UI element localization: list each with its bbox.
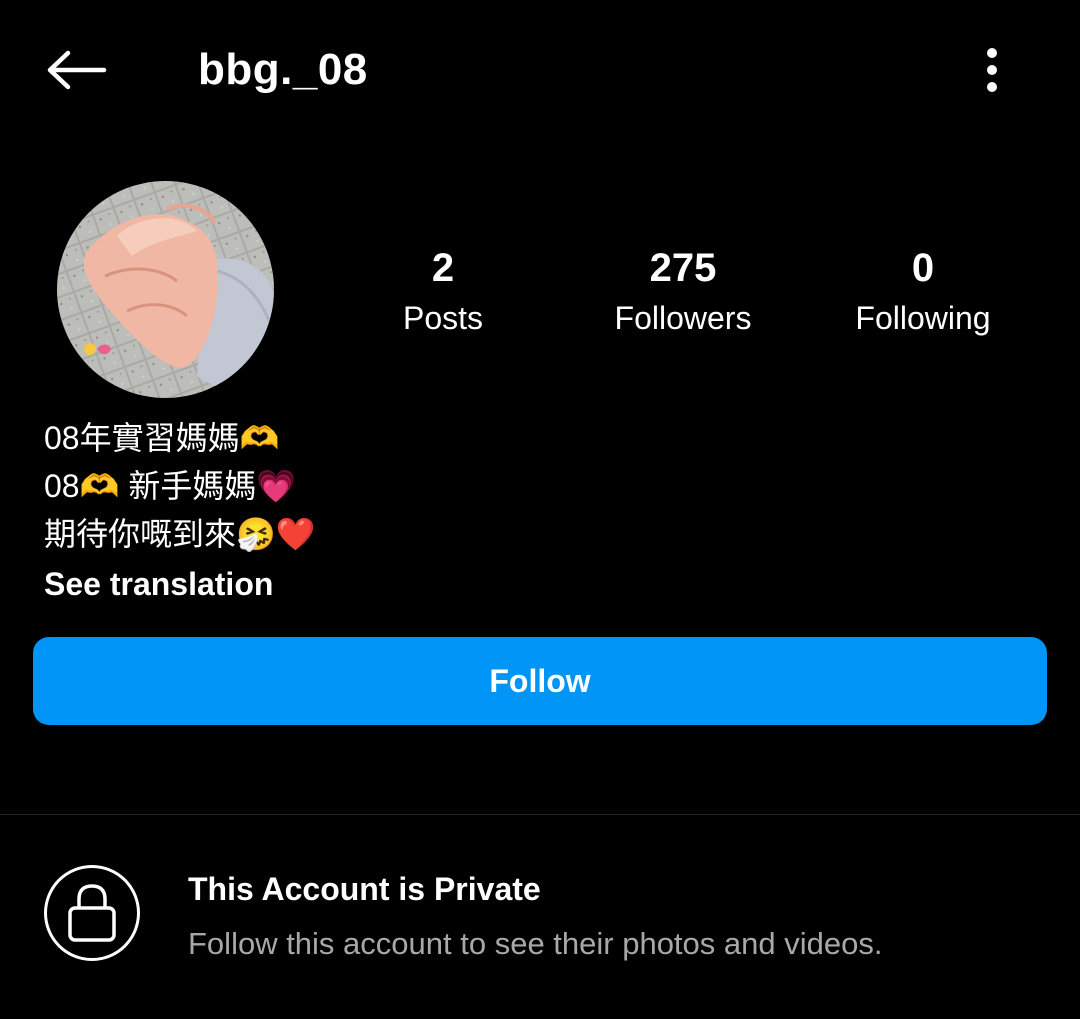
following-count: 0 (911, 246, 935, 290)
posts-label: Posts (402, 300, 484, 336)
bio-line-1: 08年實習媽媽🫶 (44, 420, 280, 456)
private-lock-badge (44, 865, 140, 961)
section-divider (0, 814, 1080, 815)
back-button[interactable] (40, 40, 112, 100)
followers-label: Followers (614, 300, 752, 336)
followers-count: 275 (649, 246, 717, 290)
more-options-button[interactable] (966, 40, 1018, 100)
see-translation-link[interactable]: See translation (44, 562, 273, 606)
bio-line-2: 08🫶 新手媽媽💗 (44, 468, 297, 504)
arrow-left-icon (47, 50, 107, 90)
more-vertical-icon (987, 48, 997, 92)
lock-icon (68, 884, 116, 942)
bio-line-3: 期待你嘅到來🤧❤️ (44, 516, 316, 552)
top-app-bar: bbg._08 (0, 0, 1080, 140)
followers-stat[interactable]: 275 Followers (563, 244, 803, 340)
profile-username: bbg._08 (198, 45, 368, 94)
private-account-subtitle: Follow this account to see their photos … (188, 926, 883, 961)
profile-bio: 08年實習媽媽🫶 08🫶 新手媽媽💗 期待你嘅到來🤧❤️ (44, 414, 1024, 558)
following-label: Following (855, 300, 991, 336)
following-stat[interactable]: 0 Following (803, 244, 1043, 340)
follow-button[interactable]: Follow (33, 637, 1047, 725)
posts-stat[interactable]: 2 Posts (323, 244, 563, 340)
private-account-title: This Account is Private (188, 871, 541, 907)
profile-avatar[interactable] (57, 181, 274, 398)
posts-count: 2 (431, 246, 455, 290)
